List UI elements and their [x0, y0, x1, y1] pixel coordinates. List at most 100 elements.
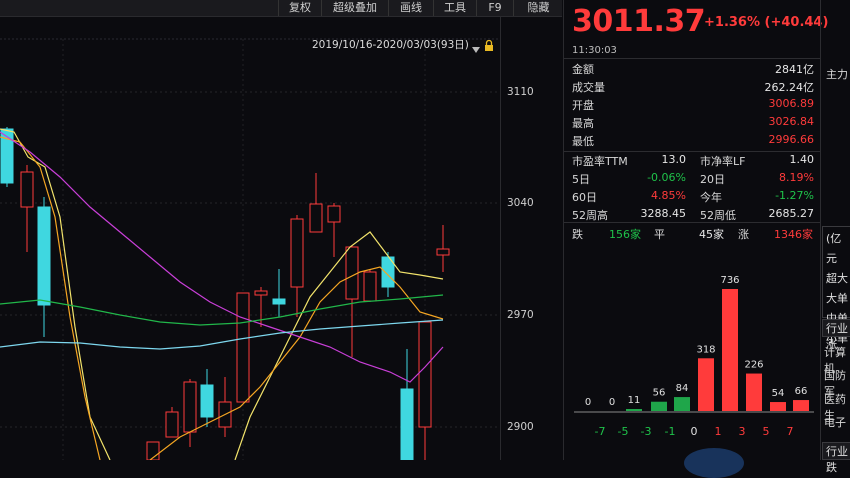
flat-label: 平	[654, 228, 665, 241]
stat-label: 最高	[572, 117, 594, 130]
stat-value: 2841亿	[775, 63, 814, 76]
dist-count: 11	[628, 395, 641, 406]
perf-l2: 今年	[700, 191, 722, 204]
stat-label: 开盘	[572, 99, 594, 112]
dist-count: 0	[585, 397, 591, 408]
dist-bar	[722, 289, 738, 411]
dist-bin-label: 3	[739, 425, 746, 438]
ma20-line	[0, 131, 444, 383]
dist-bin-label: 7	[787, 425, 794, 438]
dist-bin-label: -7	[595, 425, 606, 438]
dist-bar	[746, 373, 762, 411]
fund-unit-label: (亿元	[826, 232, 842, 265]
dist-bin-label: -5	[618, 425, 629, 438]
range-dropdown-icon[interactable]	[472, 39, 480, 53]
perf-l1: 52周高	[572, 209, 608, 222]
distribution-bars: 0 0 11 56 84 318 736 226 54 66 -7 -5 -3 -1 0 1 3 5 7	[574, 275, 814, 438]
perf-v1: 3288.45	[640, 207, 687, 220]
dist-bin-label: -3	[641, 425, 652, 438]
dist-bar	[651, 401, 667, 411]
y-tick-2970: 2970	[507, 309, 534, 321]
y-tick-3040: 3040	[507, 197, 534, 209]
dist-bin-label: 5	[763, 425, 770, 438]
price-change: +1.36% (+40.44)	[704, 15, 829, 30]
candle-body	[363, 271, 377, 302]
dist-count: 54	[772, 388, 785, 399]
dist-count: 226	[744, 360, 763, 371]
dist-bin-label: -1	[665, 425, 676, 438]
down-count: 156家	[609, 228, 641, 241]
price-axis: 3110 3040 2970 2900	[500, 17, 563, 460]
candle-body	[290, 218, 304, 288]
candle-body	[254, 290, 268, 296]
quote-time: 11:30:03	[572, 45, 617, 56]
up-label: 涨	[738, 228, 749, 241]
candle-body	[20, 171, 34, 208]
candle-body	[418, 321, 432, 428]
y-tick-3110: 3110	[507, 86, 534, 98]
stat-label: 成交量	[572, 81, 605, 94]
candle-body	[309, 203, 323, 233]
fund-super-label: 超大	[826, 272, 848, 285]
dist-bin-label: 0	[691, 425, 698, 438]
candle-body	[327, 205, 341, 223]
dist-count: 84	[676, 383, 689, 394]
pb-value: 1.40	[789, 153, 815, 166]
perf-v2: 2685.27	[768, 207, 815, 220]
ma30-line	[0, 294, 444, 326]
perf-v1: 4.85%	[651, 189, 686, 202]
quote-panel: 3011.37 +1.36% (+40.44) 11:30:03 市盈率TTM …	[563, 0, 850, 478]
dist-count: 318	[696, 344, 715, 355]
floating-circle[interactable]	[684, 448, 744, 478]
kline-plot[interactable]	[0, 17, 500, 460]
toolbar-f9-button[interactable]: F9	[476, 0, 513, 16]
up-count: 1346家	[774, 228, 813, 241]
toolbar-draw-button[interactable]: 画线	[388, 0, 433, 16]
y-tick-2900: 2900	[507, 421, 534, 433]
toolbar-overlay-button[interactable]: 超级叠加	[321, 0, 388, 16]
main-force-label: 主力	[826, 68, 848, 81]
candles	[0, 127, 450, 460]
date-range-label: 2019/10/16-2020/03/03(93日)	[312, 39, 469, 51]
fund-large-label: 大单	[826, 292, 848, 305]
dist-bar	[698, 358, 714, 411]
last-price: 3011.37	[572, 4, 706, 39]
industry-down-header[interactable]: 行业跌	[822, 442, 850, 474]
pe-value: 13.0	[661, 153, 687, 166]
perf-v2: 8.19%	[779, 171, 814, 184]
toolbar-tools-button[interactable]: 工具	[433, 0, 476, 16]
perf-v2: -1.27%	[775, 189, 814, 202]
candle-body	[400, 388, 414, 460]
dist-count: 56	[653, 388, 666, 399]
stat-value: 3026.84	[768, 115, 815, 128]
candle-body	[37, 206, 51, 306]
dist-bar	[626, 409, 642, 411]
pb-label: 市净率LF	[700, 155, 746, 168]
candle-body	[183, 381, 197, 433]
industry-item-4[interactable]: 电子	[824, 414, 846, 430]
perf-v1: -0.06%	[647, 171, 686, 184]
stat-value: 2996.66	[768, 133, 815, 146]
toolbar-hide-button[interactable]: 隐藏	[513, 0, 563, 16]
toolbar-fuquan-button[interactable]: 复权	[278, 0, 321, 16]
dist-count: 0	[609, 397, 615, 408]
dist-bar	[793, 400, 809, 411]
candle-body	[200, 384, 214, 418]
dist-bar	[674, 397, 690, 411]
kline-chart[interactable]: 2019/10/16-2020/03/03(93日)	[0, 17, 562, 460]
down-label: 跌	[572, 228, 583, 241]
lock-icon[interactable]	[484, 37, 494, 51]
candle-body	[272, 298, 286, 305]
fund-flow-box: (亿元 超大 大单 中单 小单	[822, 226, 850, 345]
dist-count: 736	[720, 275, 739, 286]
candle-body	[345, 246, 359, 300]
chart-toolbar: 复权 超级叠加 画线 工具 F9 隐藏	[0, 0, 562, 17]
perf-l1: 5日	[572, 173, 590, 186]
industry-up-header[interactable]: 行业涨	[822, 319, 850, 351]
candle-body	[165, 411, 179, 438]
candle-body	[436, 248, 450, 256]
dist-count: 66	[795, 386, 808, 397]
stat-label: 最低	[572, 135, 594, 148]
dist-bin-label: 1	[715, 425, 722, 438]
flat-count: 45家	[699, 228, 724, 241]
